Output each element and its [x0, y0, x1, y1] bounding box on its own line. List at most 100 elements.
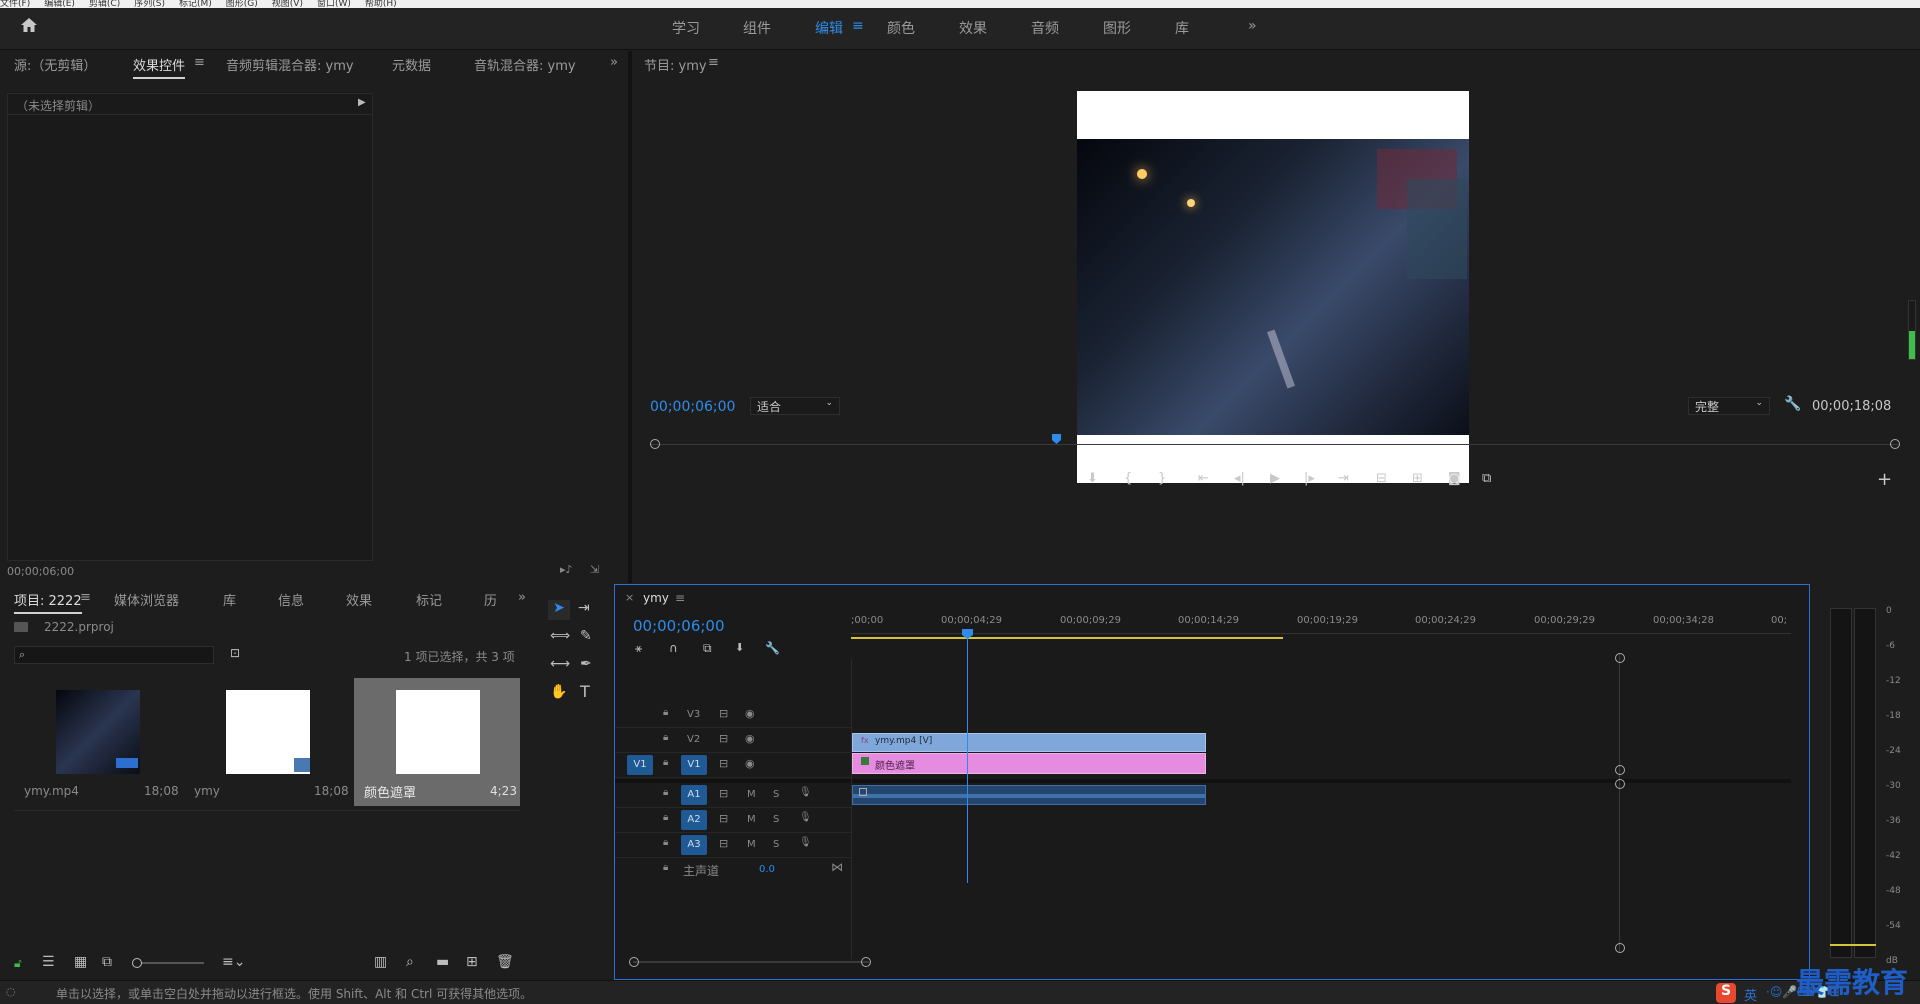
snap-icon[interactable]: ∩ — [669, 641, 678, 655]
clip-audio[interactable] — [852, 785, 1206, 805]
trash-icon[interactable]: 🗑︎ — [496, 954, 514, 970]
ripple-edit-tool-icon[interactable]: ⟺ — [550, 628, 570, 644]
eye-icon[interactable]: ◉ — [745, 707, 755, 720]
project-item-selected[interactable]: 颜色遮罩 4;23 — [354, 678, 520, 806]
menu-item[interactable]: 文件(F) — [0, 0, 30, 8]
lock-icon[interactable]: 🔒︎ — [663, 787, 668, 798]
play-audio-icon[interactable]: ▸♪ — [560, 563, 573, 576]
play-button[interactable]: ▶ — [1270, 471, 1280, 486]
add-marker-icon[interactable]: ⬇ — [735, 641, 744, 654]
lock-icon[interactable]: 🔓︎ — [14, 956, 22, 971]
horizontal-scrollbar[interactable] — [629, 957, 871, 967]
tab-audio-clip-mixer[interactable]: 音频剪辑混合器: ymy — [226, 55, 354, 74]
tab-markers[interactable]: 标记 — [416, 590, 442, 609]
tab-effect-controls[interactable]: 效果控件 — [133, 55, 186, 79]
vertical-scrollbar[interactable] — [1615, 653, 1625, 953]
sync-lock-icon[interactable]: ⊟ — [719, 757, 728, 770]
nest-toggle-icon[interactable]: ⚹ — [635, 641, 642, 656]
solo-button[interactable]: S — [773, 814, 779, 825]
new-search-bin-icon[interactable]: ⊡ — [230, 646, 240, 660]
mark-in-button[interactable]: { — [1124, 471, 1132, 486]
type-tool-icon[interactable]: T — [580, 682, 590, 701]
menu-item[interactable]: 视图(V) — [272, 0, 303, 8]
track-label-A3[interactable]: A3 — [681, 835, 707, 855]
track-label-V1[interactable]: V1 — [681, 755, 707, 775]
quality-dropdown[interactable]: 完整 ⌄ — [1688, 397, 1770, 415]
lock-icon[interactable]: 🔒︎ — [663, 707, 668, 718]
wrench-icon[interactable]: 🔧 — [1784, 396, 1801, 412]
tab-info[interactable]: 信息 — [278, 590, 304, 609]
new-bin-icon[interactable]: ▬ — [436, 954, 449, 970]
lift-button[interactable]: ⊟ — [1376, 471, 1387, 486]
track-select-tool-icon[interactable]: ⇥ — [578, 600, 590, 616]
selection-tool-icon[interactable]: ➤ — [548, 600, 570, 620]
go-to-in-button[interactable]: ⇤ — [1198, 471, 1209, 486]
program-playhead[interactable] — [1052, 434, 1061, 444]
solo-button[interactable]: S — [773, 839, 779, 850]
tab-effects[interactable]: 效果 — [346, 590, 372, 609]
workspace-libraries[interactable]: 库 — [1175, 18, 1189, 38]
project-item[interactable]: ymy 18;08 — [184, 678, 350, 806]
workspace-graphics[interactable]: 图形 — [1103, 18, 1131, 38]
lock-icon[interactable]: 🔒︎ — [663, 837, 668, 848]
lock-icon[interactable]: 🔒︎ — [663, 862, 668, 873]
slip-tool-icon[interactable]: ⟷ — [550, 656, 570, 672]
sequence-menu-icon[interactable]: ≡ — [675, 591, 685, 605]
mic-icon[interactable]: 🎙︎ — [799, 837, 812, 848]
program-timecode[interactable]: 00;00;06;00 — [650, 399, 735, 415]
lock-icon[interactable]: 🔒︎ — [663, 732, 668, 743]
icon-view-icon[interactable]: ▦ — [74, 954, 87, 970]
workspace-effects[interactable]: 效果 — [959, 18, 987, 38]
project-overflow-icon[interactable]: » — [518, 590, 526, 605]
razor-tool-icon[interactable]: ✎ — [580, 628, 592, 644]
work-area-bar[interactable] — [851, 637, 1283, 639]
workspace-menu-icon[interactable]: ≡ — [852, 18, 864, 34]
new-item-icon[interactable]: ⊞ — [466, 954, 478, 970]
go-to-out-button[interactable]: ⇥ — [1338, 471, 1349, 486]
tab-menu-icon[interactable]: ≡ — [194, 55, 205, 70]
list-view-icon[interactable]: ☰ — [42, 954, 55, 970]
program-scrubber[interactable] — [650, 434, 1900, 452]
track-label-A1[interactable]: A1 — [681, 785, 707, 805]
sort-icon[interactable]: ≡⌄ — [222, 954, 245, 970]
workspace-assembly[interactable]: 组件 — [743, 18, 771, 38]
pen-tool-icon[interactable]: ✒ — [580, 656, 592, 672]
panel-overflow-icon[interactable]: » — [610, 55, 618, 70]
mic-icon[interactable]: 🎙︎ — [799, 787, 812, 798]
zoom-slider[interactable] — [132, 958, 204, 968]
export-icon[interactable]: ⇲ — [590, 563, 599, 576]
workspace-audio[interactable]: 音频 — [1031, 18, 1059, 38]
menu-item[interactable]: 帮助(H) — [365, 0, 397, 8]
timeline-timecode[interactable]: 00;00;06;00 — [633, 617, 725, 635]
step-forward-button[interactable]: |▸ — [1304, 471, 1315, 486]
mute-button[interactable]: M — [747, 814, 756, 825]
mic-icon[interactable]: 🎙︎ — [799, 812, 812, 823]
tab-media-browser[interactable]: 媒体浏览器 — [114, 590, 179, 609]
extract-button[interactable]: ⊞ — [1412, 471, 1423, 486]
menu-item[interactable]: 图形(G) — [226, 0, 258, 8]
clip-matte[interactable]: 颜色遮罩 — [852, 753, 1206, 774]
add-marker-button[interactable]: ⬇ — [1087, 471, 1098, 486]
track-label-A2[interactable]: A2 — [681, 810, 707, 830]
step-back-button[interactable]: ◂| — [1234, 471, 1245, 486]
sync-lock-icon[interactable]: ⊟ — [719, 837, 728, 850]
workspace-editing[interactable]: 编辑 — [815, 18, 843, 38]
solo-button[interactable]: S — [773, 789, 779, 800]
linked-selection-icon[interactable]: ⧉ — [703, 641, 712, 656]
search-input[interactable]: ⌕ — [14, 646, 214, 664]
tab-libraries[interactable]: 库 — [223, 590, 236, 609]
lock-icon[interactable]: 🔒︎ — [663, 757, 668, 768]
automate-icon[interactable]: ▥ — [374, 954, 387, 970]
menu-item[interactable]: 标记(M) — [179, 0, 212, 8]
sync-lock-icon[interactable]: ⊟ — [719, 787, 728, 800]
timeline-playhead[interactable] — [962, 629, 973, 883]
program-menu-icon[interactable]: ≡ — [708, 55, 719, 70]
collapse-icon[interactable]: ⋈ — [831, 860, 843, 874]
freeform-view-icon[interactable]: ⧉ — [102, 954, 112, 970]
ime-language[interactable]: 英 — [1744, 985, 1757, 1004]
timeline-settings-icon[interactable]: 🔧 — [765, 641, 780, 655]
tab-metadata[interactable]: 元数据 — [392, 55, 431, 74]
sync-lock-icon[interactable]: ⊟ — [719, 707, 728, 720]
tab-project[interactable]: 项目: 2222 — [14, 590, 82, 614]
mark-out-button[interactable]: } — [1158, 471, 1166, 486]
